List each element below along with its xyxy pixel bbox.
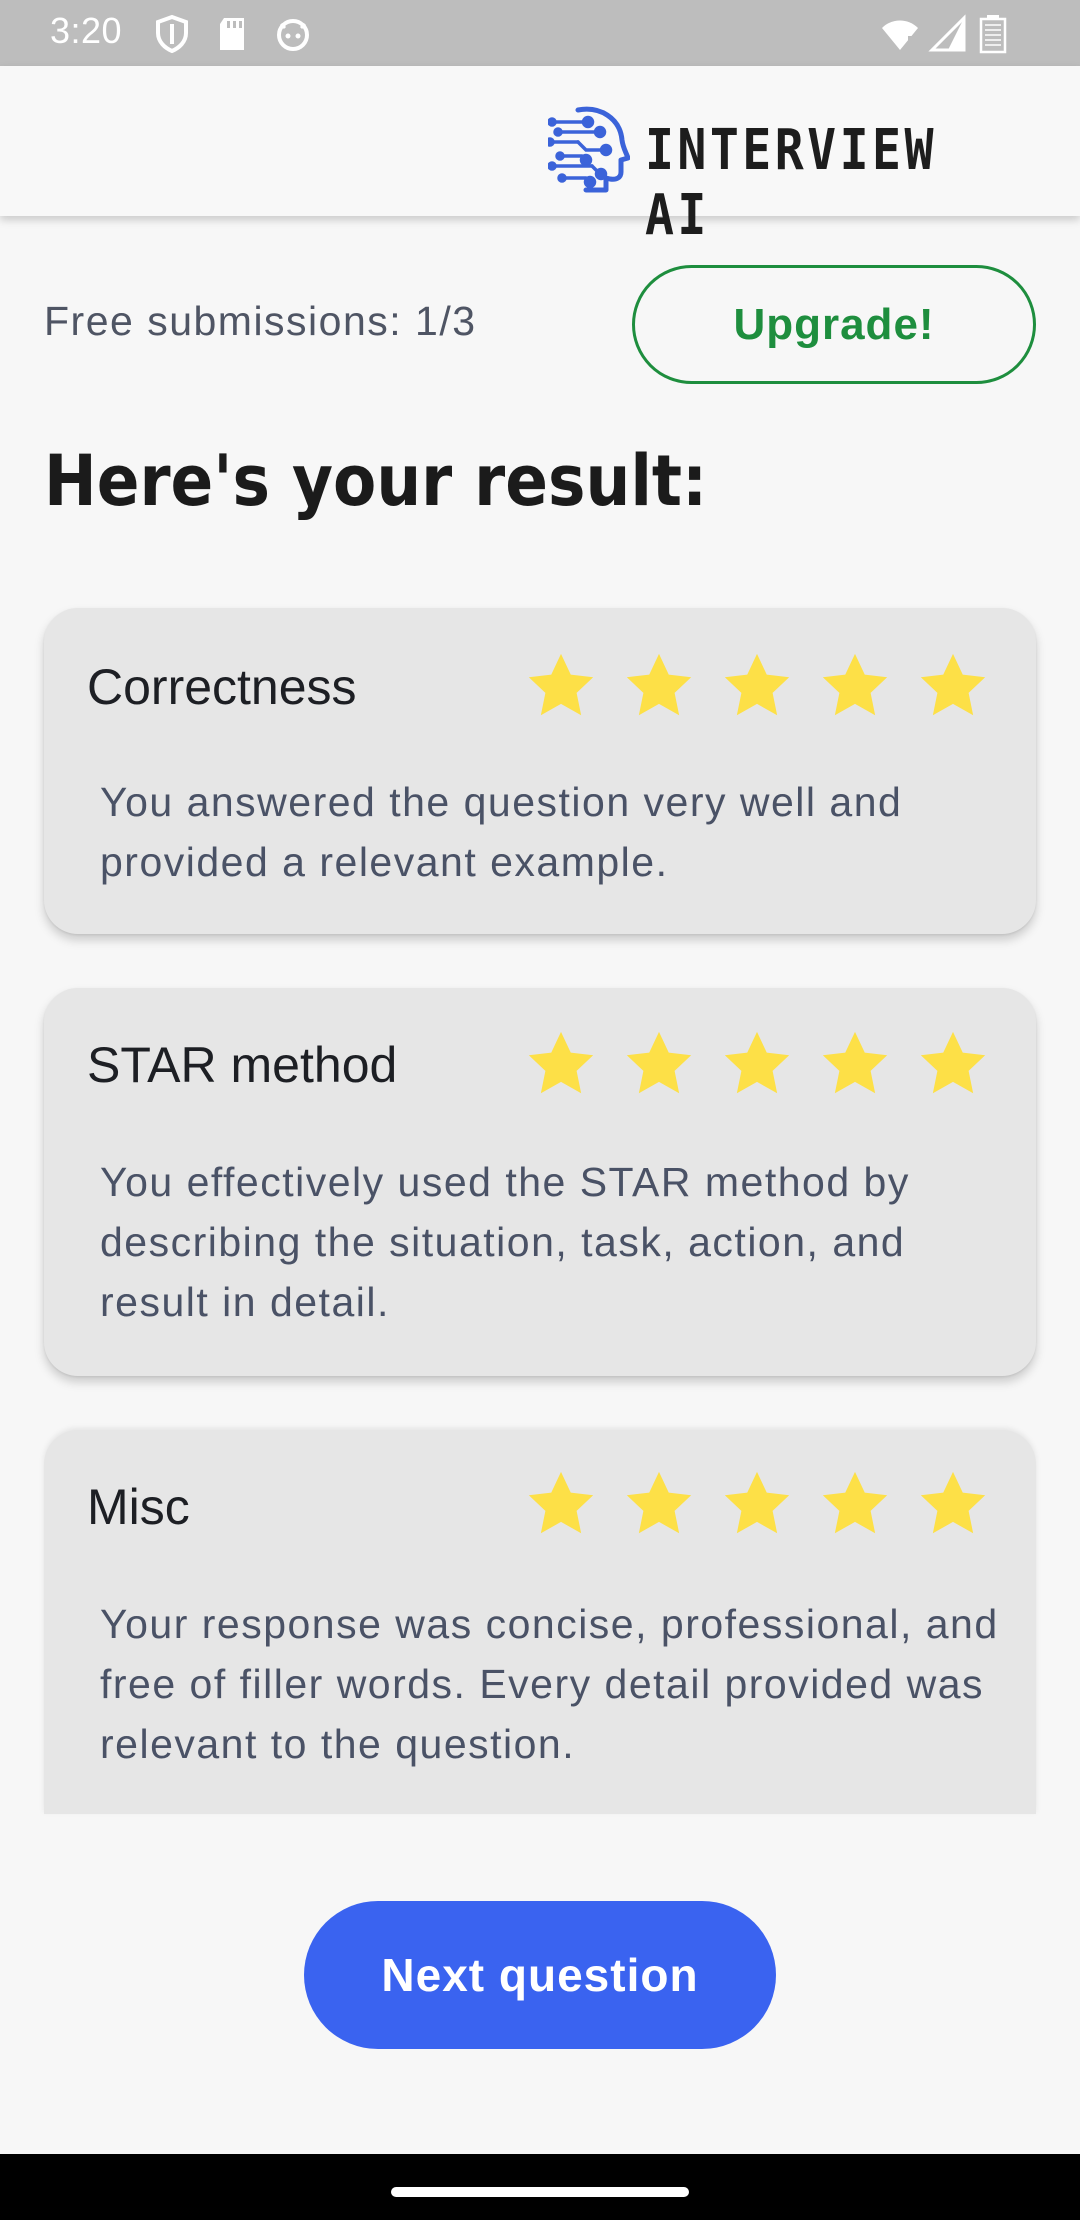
star-icon <box>724 1031 790 1094</box>
star-rating <box>522 1026 992 1104</box>
android-face-icon <box>277 19 309 51</box>
star-icon <box>724 1471 790 1534</box>
home-gesture-handle[interactable] <box>391 2187 689 2197</box>
star-icon <box>920 653 986 716</box>
upgrade-button[interactable]: Upgrade! <box>632 265 1036 384</box>
wifi-icon <box>882 20 918 52</box>
ai-head-circuit-icon <box>548 106 630 193</box>
card-feedback: You answered the question very well and … <box>100 779 903 885</box>
star-rating <box>522 1466 992 1544</box>
card-title: Misc <box>87 1479 190 1535</box>
card-title: STAR method <box>87 1037 398 1093</box>
star-icon <box>528 653 594 716</box>
feedback-card-misc: Misc Your response was concise, professi… <box>44 1430 1036 1814</box>
status-time: 3:20 <box>50 10 123 51</box>
status-bar: 3:20 <box>0 0 1080 66</box>
star-icon <box>920 1031 986 1094</box>
star-icon <box>626 1031 692 1094</box>
app-bar: INTERVIEW AI <box>0 66 1080 248</box>
next-question-button[interactable]: Next question <box>304 1901 776 2049</box>
card-feedback: You effectively used the STAR method by … <box>100 1159 910 1325</box>
star-icon <box>822 1471 888 1534</box>
card-feedback: Your response was concise, professional,… <box>100 1601 999 1767</box>
card-title: Correctness <box>87 659 357 715</box>
sd-card-icon <box>220 18 244 50</box>
star-icon <box>724 653 790 716</box>
free-submissions-label: Free submissions: 1/3 <box>44 298 477 344</box>
feedback-card-correctness: Correctness You answered the question ve… <box>44 608 1036 934</box>
navigation-bar <box>0 2154 1080 2220</box>
app-name: INTERVIEW AI <box>645 118 937 248</box>
star-icon <box>626 653 692 716</box>
star-icon <box>528 1031 594 1094</box>
star-icon <box>626 1471 692 1534</box>
cell-signal-icon <box>928 14 966 52</box>
star-icon <box>528 1471 594 1534</box>
star-icon <box>822 1031 888 1094</box>
star-icon <box>822 653 888 716</box>
feedback-card-star-method: STAR method You effectively used the STA… <box>44 988 1036 1376</box>
star-icon <box>920 1471 986 1534</box>
shield-icon <box>156 14 188 54</box>
star-rating <box>522 648 992 726</box>
page-title: Here's your result: <box>44 440 708 522</box>
battery-icon <box>979 15 1007 54</box>
